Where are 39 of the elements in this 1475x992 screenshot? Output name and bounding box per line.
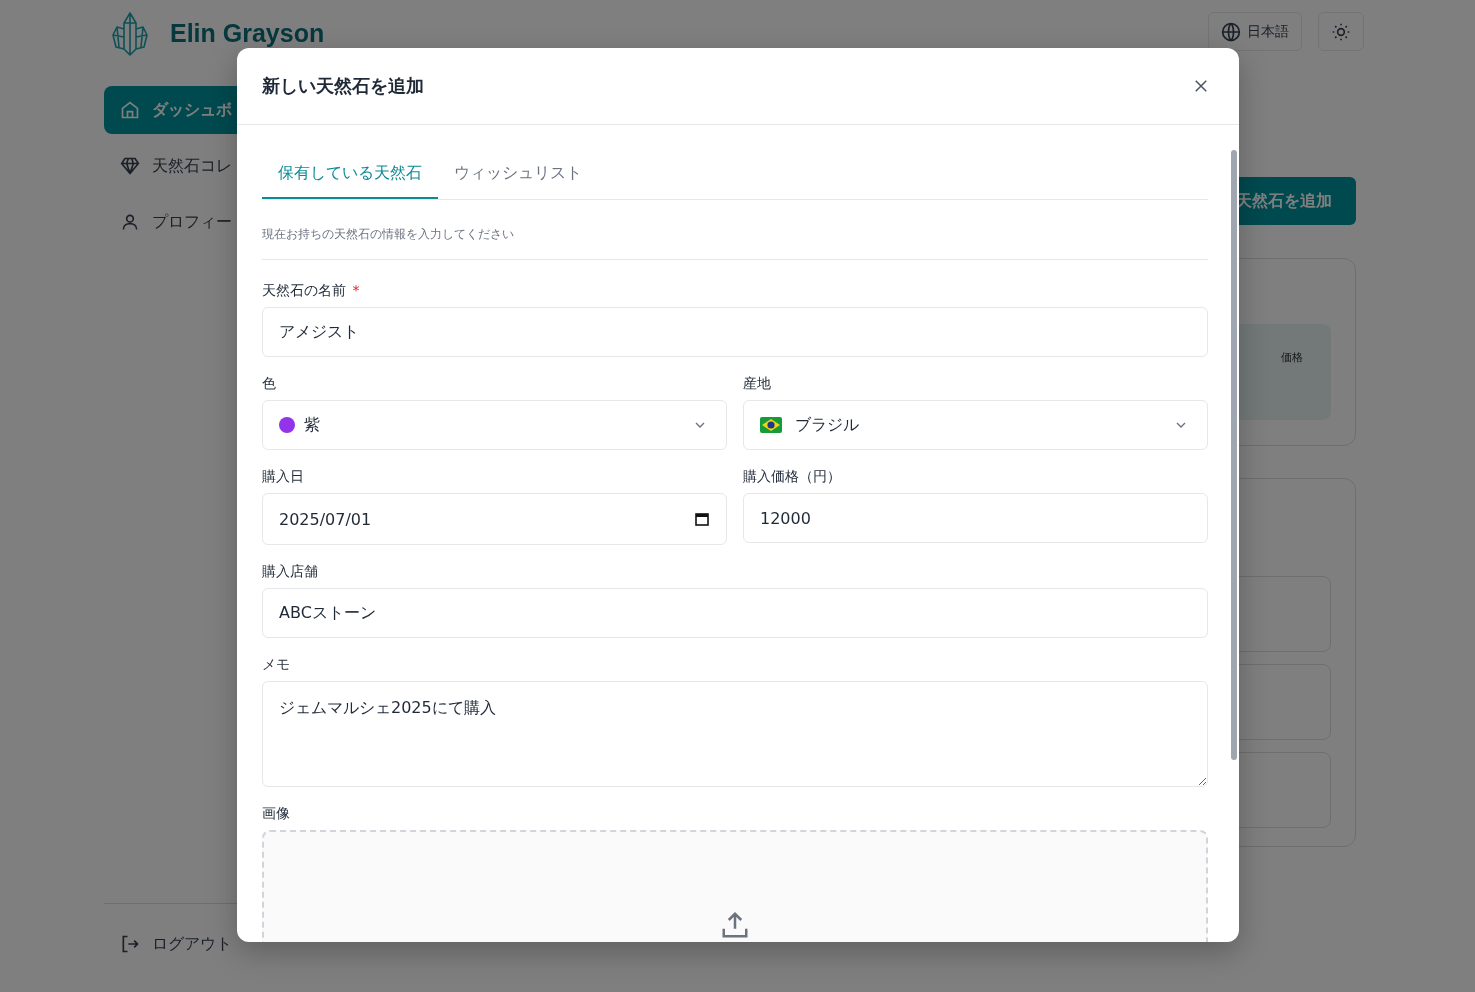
upload-icon <box>720 910 750 940</box>
tab[interactable]: ウィッシュリスト <box>438 149 598 199</box>
field-label: メモ <box>262 656 290 672</box>
close-icon <box>1192 77 1210 95</box>
language-button[interactable]: 日本語 <box>1208 12 1302 51</box>
field-label: 産地 <box>743 375 771 391</box>
logout-icon <box>120 934 140 954</box>
crystal-logo-icon <box>110 9 150 57</box>
field-label: 購入日 <box>262 468 304 484</box>
field-label: 購入価格（円） <box>743 468 841 484</box>
logout-link[interactable]: ログアウト <box>104 920 364 968</box>
select-field[interactable]: ブラジル <box>743 400 1208 450</box>
gem-icon <box>120 156 140 176</box>
brand-name: Elin Grayson <box>170 18 325 48</box>
tab[interactable]: 保有している天然石 <box>262 149 438 199</box>
flag-icon <box>760 417 782 433</box>
scrollbar-thumb[interactable] <box>1231 150 1237 760</box>
stat-label: 価格 <box>1281 351 1303 364</box>
date-value: 2025/07/01 <box>279 509 373 529</box>
user-icon <box>120 212 140 232</box>
theme-button[interactable] <box>1318 12 1364 51</box>
field-label: 色 <box>262 375 276 391</box>
select-field[interactable]: 紫 <box>262 400 727 450</box>
field-label: 天然石の名前 <box>262 282 346 298</box>
input-field[interactable]: 12000 <box>743 493 1208 543</box>
description-text: 現在お持ちの天然石の情報を入力してください <box>262 200 1208 260</box>
field-label: 購入店舗 <box>262 563 318 579</box>
select-value: ブラジル <box>795 414 860 436</box>
select-value: 紫 <box>304 414 321 436</box>
date-field[interactable]: 2025/07/01 <box>262 493 727 545</box>
input-field[interactable]: アメジスト <box>262 307 1208 357</box>
globe-icon <box>1221 21 1241 42</box>
memo-field[interactable]: ジェムマルシェ2025にて購入 <box>262 681 1208 787</box>
sun-icon <box>1331 21 1351 42</box>
home-icon <box>120 100 140 120</box>
required-mark: * <box>352 282 360 298</box>
calendar-icon <box>694 511 710 527</box>
field-label: 画像 <box>262 805 290 821</box>
input-field[interactable]: ABCストーン <box>262 588 1208 638</box>
